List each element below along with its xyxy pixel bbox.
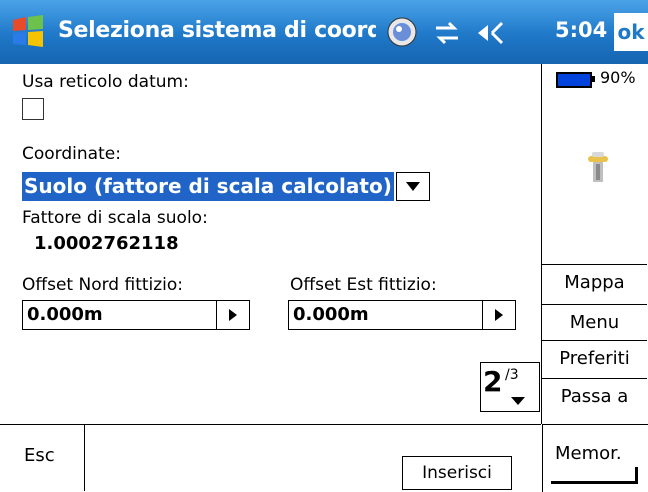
switch-to-button[interactable]: Passa a: [542, 378, 647, 415]
gps-status-icon[interactable]: [386, 16, 418, 48]
scale-factor-label: Fattore di scala suolo:: [22, 208, 208, 228]
store-label: Memor.: [555, 443, 622, 464]
favorites-button[interactable]: Preferiti: [542, 340, 647, 377]
map-button[interactable]: Mappa: [542, 264, 647, 301]
offset-north-value[interactable]: 0.000m: [27, 304, 103, 325]
enter-key-icon-hook: [635, 467, 638, 484]
offset-east-value[interactable]: 0.000m: [293, 304, 369, 325]
ok-button[interactable]: ok: [614, 13, 648, 51]
title-bar: Seleziona sistema di coordina 5:04 ok: [0, 0, 648, 64]
enter-key-icon: [551, 481, 637, 484]
battery-percentage: 90%: [600, 68, 636, 87]
page-current: 2: [483, 365, 503, 398]
offset-north-label: Offset Nord fittizio:: [22, 275, 184, 295]
offset-east-label: Offset Est fittizio:: [290, 275, 437, 295]
offset-east-field[interactable]: 0.000m: [288, 300, 516, 330]
arrow-right-icon[interactable]: [216, 301, 249, 329]
datum-label: Usa reticolo datum:: [22, 72, 189, 92]
coordinates-label: Coordinate:: [22, 144, 121, 164]
offset-north-field[interactable]: 0.000m: [22, 300, 250, 330]
clock: 5:04: [555, 18, 608, 42]
chevron-down-icon[interactable]: [511, 397, 525, 405]
scale-factor-value: 1.0002762118: [34, 233, 179, 254]
window-title: Seleziona sistema di coordina: [58, 18, 376, 43]
battery-icon: [556, 72, 592, 88]
coordinates-dropdown[interactable]: Suolo (fattore di scala calcolato): [22, 172, 430, 201]
chevron-down-icon[interactable]: [396, 172, 430, 201]
status-icons: [386, 14, 546, 50]
coordinates-selected-value[interactable]: Suolo (fattore di scala calcolato): [22, 172, 394, 201]
escape-label: Esc: [24, 445, 55, 466]
arrow-right-icon[interactable]: [482, 301, 515, 329]
insert-button[interactable]: Inserisci: [402, 456, 512, 490]
menu-button[interactable]: Menu: [542, 304, 647, 341]
connectivity-icon[interactable]: [432, 18, 462, 48]
escape-button[interactable]: Esc: [0, 425, 85, 491]
datum-checkbox[interactable]: [22, 98, 44, 120]
gps-receiver-icon: [588, 152, 608, 182]
speaker-icon[interactable]: [474, 18, 510, 48]
page-total: /3: [505, 367, 519, 383]
battery-tip: [592, 76, 595, 82]
store-button[interactable]: Memor.: [542, 424, 648, 492]
page-indicator[interactable]: 2 /3: [480, 362, 540, 412]
windows-start-icon[interactable]: [10, 14, 46, 50]
